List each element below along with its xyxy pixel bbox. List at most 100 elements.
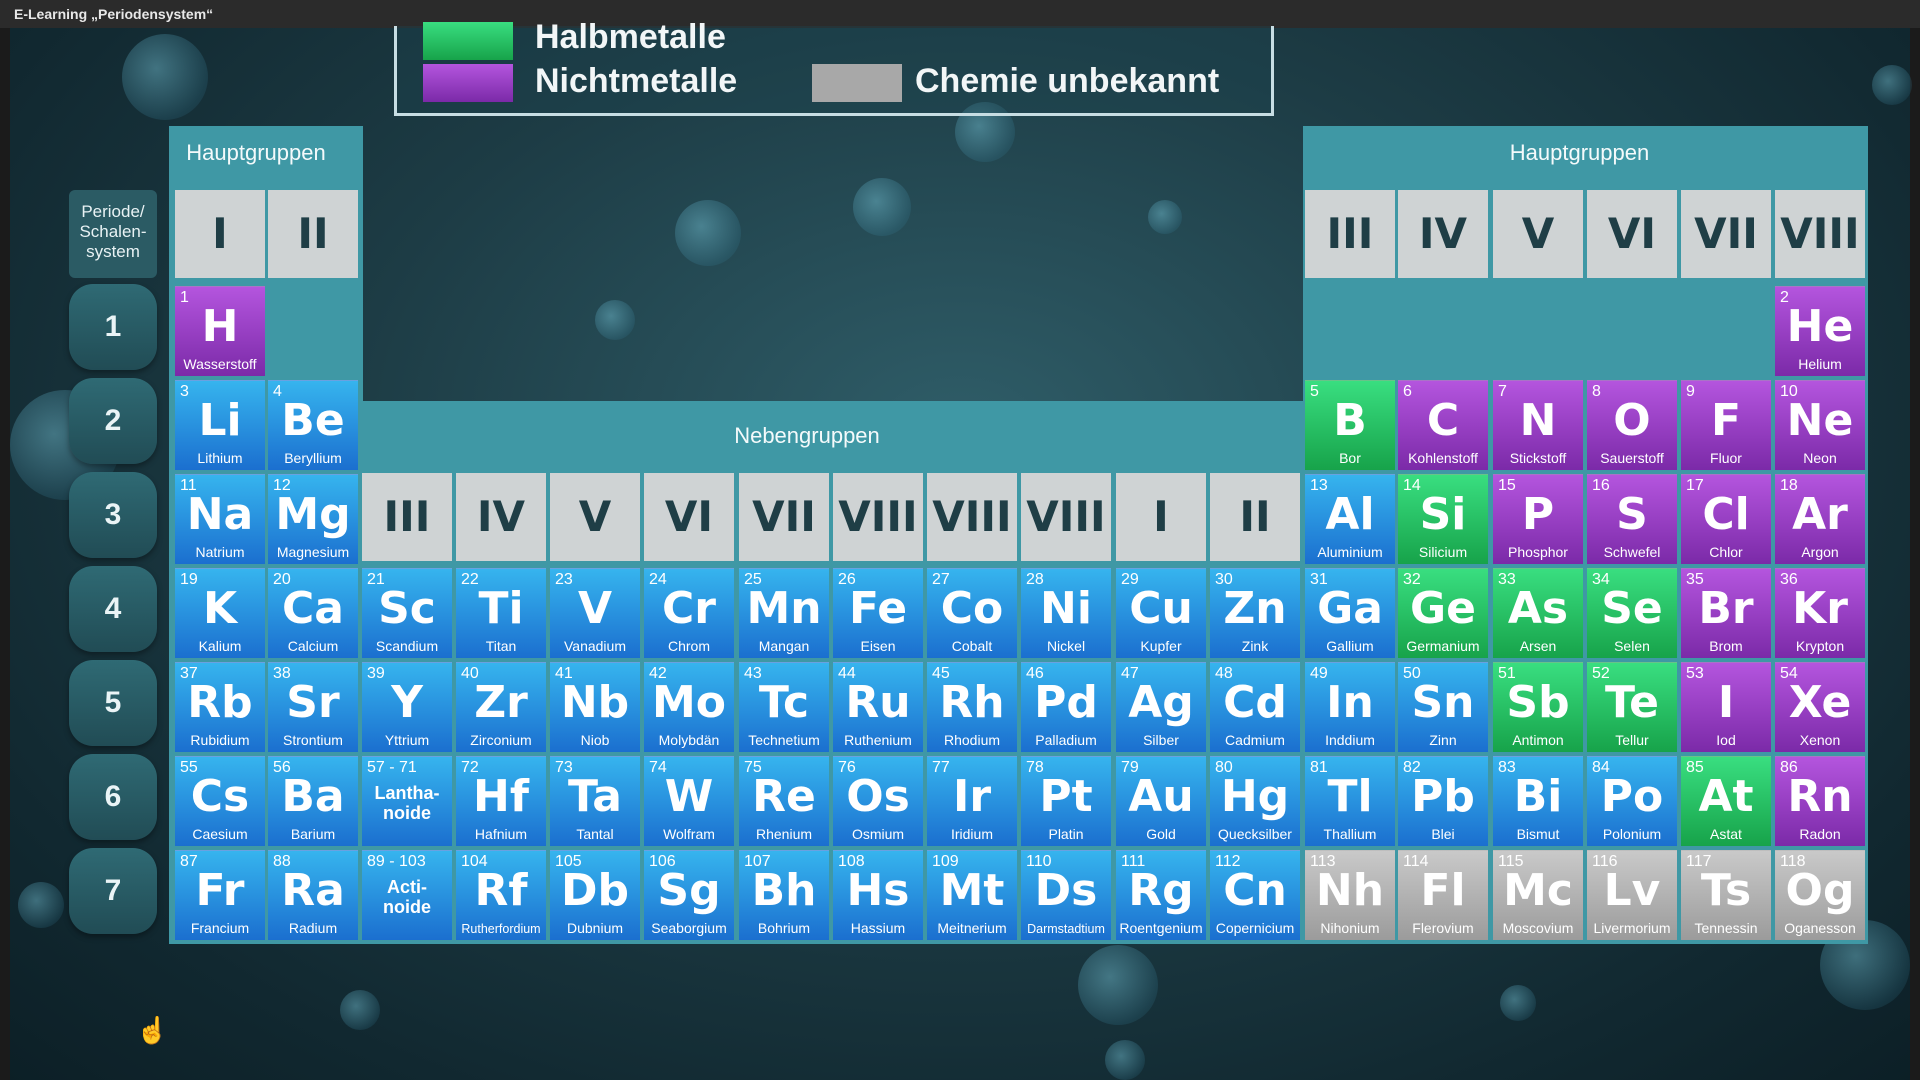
element-tile-og[interactable]: 118 Og Oganesson — [1775, 850, 1865, 940]
element-tile-series-57-71[interactable]: 57 - 71 Lantha- noide — [362, 756, 452, 846]
element-tile-se[interactable]: 34 Se Selen — [1587, 568, 1677, 658]
group-header-main-VII: VII — [1681, 190, 1771, 278]
element-tile-tc[interactable]: 43 Tc Technetium — [739, 662, 829, 752]
element-tile-bi[interactable]: 83 Bi Bismut — [1493, 756, 1583, 846]
element-tile-w[interactable]: 74 W Wolfram — [644, 756, 734, 846]
element-tile-ne[interactable]: 10 Ne Neon — [1775, 380, 1865, 470]
element-tile-lv[interactable]: 116 Lv Livermorium — [1587, 850, 1677, 940]
element-tile-rf[interactable]: 104 Rf Rutherfordium — [456, 850, 546, 940]
element-tile-s[interactable]: 16 S Schwefel — [1587, 474, 1677, 564]
period-button-3[interactable]: 3 — [69, 472, 157, 558]
element-tile-ds[interactable]: 110 Ds Darmstadtium — [1021, 850, 1111, 940]
element-tile-zn[interactable]: 30 Zn Zink — [1210, 568, 1300, 658]
element-tile-si[interactable]: 14 Si Silicium — [1398, 474, 1488, 564]
element-tile-au[interactable]: 79 Au Gold — [1116, 756, 1206, 846]
element-tile-nh[interactable]: 113 Nh Nihonium — [1305, 850, 1395, 940]
element-tile-sc[interactable]: 21 Sc Scandium — [362, 568, 452, 658]
element-tile-os[interactable]: 76 Os Osmium — [833, 756, 923, 846]
element-tile-k[interactable]: 19 K Kalium — [175, 568, 265, 658]
element-tile-hf[interactable]: 72 Hf Hafnium — [456, 756, 546, 846]
element-tile-bh[interactable]: 107 Bh Bohrium — [739, 850, 829, 940]
period-button-1[interactable]: 1 — [69, 284, 157, 370]
element-tile-tl[interactable]: 81 Tl Thallium — [1305, 756, 1395, 846]
element-tile-mn[interactable]: 25 Mn Mangan — [739, 568, 829, 658]
element-tile-pt[interactable]: 78 Pt Platin — [1021, 756, 1111, 846]
element-tile-re[interactable]: 75 Re Rhenium — [739, 756, 829, 846]
element-tile-fe[interactable]: 26 Fe Eisen — [833, 568, 923, 658]
element-tile-sb[interactable]: 51 Sb Antimon — [1493, 662, 1583, 752]
element-tile-cn[interactable]: 112 Cn Copernicium — [1210, 850, 1300, 940]
element-tile-mg[interactable]: 12 Mg Magnesium — [268, 474, 358, 564]
element-tile-y[interactable]: 39 Y Yttrium — [362, 662, 452, 752]
element-tile-pd[interactable]: 46 Pd Palladium — [1021, 662, 1111, 752]
element-tile-cd[interactable]: 48 Cd Cadmium — [1210, 662, 1300, 752]
element-tile-rn[interactable]: 86 Rn Radon — [1775, 756, 1865, 846]
element-tile-ti[interactable]: 22 Ti Titan — [456, 568, 546, 658]
element-tile-ts[interactable]: 117 Ts Tennessin — [1681, 850, 1771, 940]
element-tile-mo[interactable]: 42 Mo Molybdän — [644, 662, 734, 752]
element-tile-ba[interactable]: 56 Ba Barium — [268, 756, 358, 846]
element-tile-cr[interactable]: 24 Cr Chrom — [644, 568, 734, 658]
element-tile-co[interactable]: 27 Co Cobalt — [927, 568, 1017, 658]
element-tile-pb[interactable]: 82 Pb Blei — [1398, 756, 1488, 846]
element-tile-fr[interactable]: 87 Fr Francium — [175, 850, 265, 940]
element-tile-zr[interactable]: 40 Zr Zirconium — [456, 662, 546, 752]
element-tile-o[interactable]: 8 O Sauerstoff — [1587, 380, 1677, 470]
element-tile-v[interactable]: 23 V Vanadium — [550, 568, 640, 658]
element-tile-sg[interactable]: 106 Sg Seaborgium — [644, 850, 734, 940]
element-tile-ag[interactable]: 47 Ag Silber — [1116, 662, 1206, 752]
element-tile-rh[interactable]: 45 Rh Rhodium — [927, 662, 1017, 752]
element-tile-ra[interactable]: 88 Ra Radium — [268, 850, 358, 940]
element-tile-ni[interactable]: 28 Ni Nickel — [1021, 568, 1111, 658]
element-tile-al[interactable]: 13 Al Aluminium — [1305, 474, 1395, 564]
element-tile-b[interactable]: 5 B Bor — [1305, 380, 1395, 470]
element-tile-nb[interactable]: 41 Nb Niob — [550, 662, 640, 752]
element-tile-cl[interactable]: 17 Cl Chlor — [1681, 474, 1771, 564]
element-tile-mc[interactable]: 115 Mc Moscovium — [1493, 850, 1583, 940]
element-tile-at[interactable]: 85 At Astat — [1681, 756, 1771, 846]
period-button-5[interactable]: 5 — [69, 660, 157, 746]
element-tile-as[interactable]: 33 As Arsen — [1493, 568, 1583, 658]
element-tile-hg[interactable]: 80 Hg Quecksilber — [1210, 756, 1300, 846]
element-tile-f[interactable]: 9 F Fluor — [1681, 380, 1771, 470]
element-symbol: Mt — [939, 865, 1005, 916]
element-tile-rg[interactable]: 111 Rg Roentgenium — [1116, 850, 1206, 940]
element-tile-sn[interactable]: 50 Sn Zinn — [1398, 662, 1488, 752]
period-button-2[interactable]: 2 — [69, 378, 157, 464]
element-tile-mt[interactable]: 109 Mt Meitnerium — [927, 850, 1017, 940]
element-tile-series-89-103[interactable]: 89 - 103 Acti- noide — [362, 850, 452, 940]
period-button-6[interactable]: 6 — [69, 754, 157, 840]
element-name: Germanium — [1406, 638, 1480, 654]
element-tile-he[interactable]: 2 He Helium — [1775, 286, 1865, 376]
element-tile-ir[interactable]: 77 Ir Iridium — [927, 756, 1017, 846]
element-tile-ta[interactable]: 73 Ta Tantal — [550, 756, 640, 846]
element-tile-li[interactable]: 3 Li Lithium — [175, 380, 265, 470]
element-tile-p[interactable]: 15 P Phosphor — [1493, 474, 1583, 564]
element-tile-br[interactable]: 35 Br Brom — [1681, 568, 1771, 658]
element-tile-cu[interactable]: 29 Cu Kupfer — [1116, 568, 1206, 658]
element-tile-h[interactable]: 1 H Wasserstoff — [175, 286, 265, 376]
element-tile-na[interactable]: 11 Na Natrium — [175, 474, 265, 564]
element-tile-xe[interactable]: 54 Xe Xenon — [1775, 662, 1865, 752]
element-tile-ar[interactable]: 18 Ar Argon — [1775, 474, 1865, 564]
element-tile-hs[interactable]: 108 Hs Hassium — [833, 850, 923, 940]
element-tile-te[interactable]: 52 Te Tellur — [1587, 662, 1677, 752]
element-tile-ge[interactable]: 32 Ge Germanium — [1398, 568, 1488, 658]
element-tile-ga[interactable]: 31 Ga Gallium — [1305, 568, 1395, 658]
element-tile-be[interactable]: 4 Be Beryllium — [268, 380, 358, 470]
element-tile-in[interactable]: 49 In Inddium — [1305, 662, 1395, 752]
element-tile-po[interactable]: 84 Po Polonium — [1587, 756, 1677, 846]
element-tile-ca[interactable]: 20 Ca Calcium — [268, 568, 358, 658]
element-tile-n[interactable]: 7 N Stickstoff — [1493, 380, 1583, 470]
element-tile-c[interactable]: 6 C Kohlenstoff — [1398, 380, 1488, 470]
element-tile-ru[interactable]: 44 Ru Ruthenium — [833, 662, 923, 752]
element-tile-rb[interactable]: 37 Rb Rubidium — [175, 662, 265, 752]
element-tile-cs[interactable]: 55 Cs Caesium — [175, 756, 265, 846]
element-tile-kr[interactable]: 36 Kr Krypton — [1775, 568, 1865, 658]
element-tile-sr[interactable]: 38 Sr Strontium — [268, 662, 358, 752]
element-tile-i[interactable]: 53 I Iod — [1681, 662, 1771, 752]
element-tile-fl[interactable]: 114 Fl Flerovium — [1398, 850, 1488, 940]
period-button-7[interactable]: 7 — [69, 848, 157, 934]
element-tile-db[interactable]: 105 Db Dubnium — [550, 850, 640, 940]
period-button-4[interactable]: 4 — [69, 566, 157, 652]
